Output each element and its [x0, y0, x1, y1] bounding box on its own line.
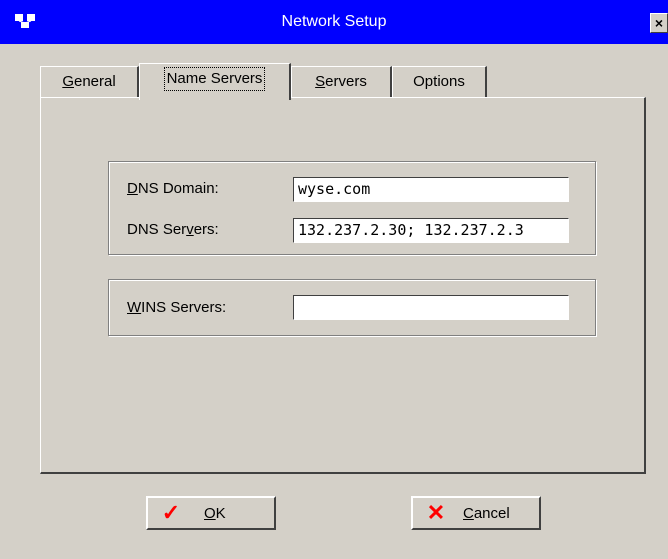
wins-servers-field[interactable] [293, 295, 569, 320]
network-setup-window: Network Setup × General Name Servers Ser… [0, 0, 668, 559]
checkmark-icon: ✓ [161, 500, 181, 525]
dns-group: DNS Domain: wyse.com DNS Servers: 132.23… [108, 161, 596, 255]
tab-name-servers[interactable]: Name Servers [139, 63, 291, 100]
tab-options[interactable]: Options [392, 66, 487, 98]
tab-servers-mnemonic: S [315, 73, 326, 90]
cancel-button-label: Cancel [463, 504, 510, 522]
title-bar[interactable]: Network Setup × [0, 0, 668, 44]
tab-general[interactable]: General [40, 66, 139, 98]
tab-servers[interactable]: Servers [291, 66, 392, 98]
tab-name-servers-label: Name Servers [166, 70, 263, 87]
ok-button[interactable]: ✓ OK [146, 496, 276, 530]
close-button[interactable]: × [650, 13, 668, 33]
tab-panel-name-servers: DNS Domain: wyse.com DNS Servers: 132.23… [40, 97, 646, 474]
dns-domain-label: DNS Domain: [127, 180, 219, 197]
tab-servers-label: ervers [325, 73, 367, 90]
tab-general-label: eneral [73, 73, 116, 90]
wins-servers-label: WINS Servers: [127, 299, 227, 316]
dns-domain-field[interactable]: wyse.com [293, 177, 569, 202]
cancel-button[interactable]: ✕ Cancel [411, 496, 541, 530]
window-title: Network Setup [281, 13, 387, 30]
x-icon: ✕ [426, 500, 446, 525]
ok-button-label: OK [204, 504, 226, 522]
dns-servers-label: DNS Servers: [127, 221, 219, 238]
tab-general-mnemonic: G [62, 73, 74, 90]
tab-options-label: Options [413, 73, 465, 90]
close-icon: × [654, 15, 664, 31]
wins-group: WINS Servers: [108, 279, 596, 336]
dns-servers-field[interactable]: 132.237.2.30; 132.237.2.3 [293, 218, 569, 243]
